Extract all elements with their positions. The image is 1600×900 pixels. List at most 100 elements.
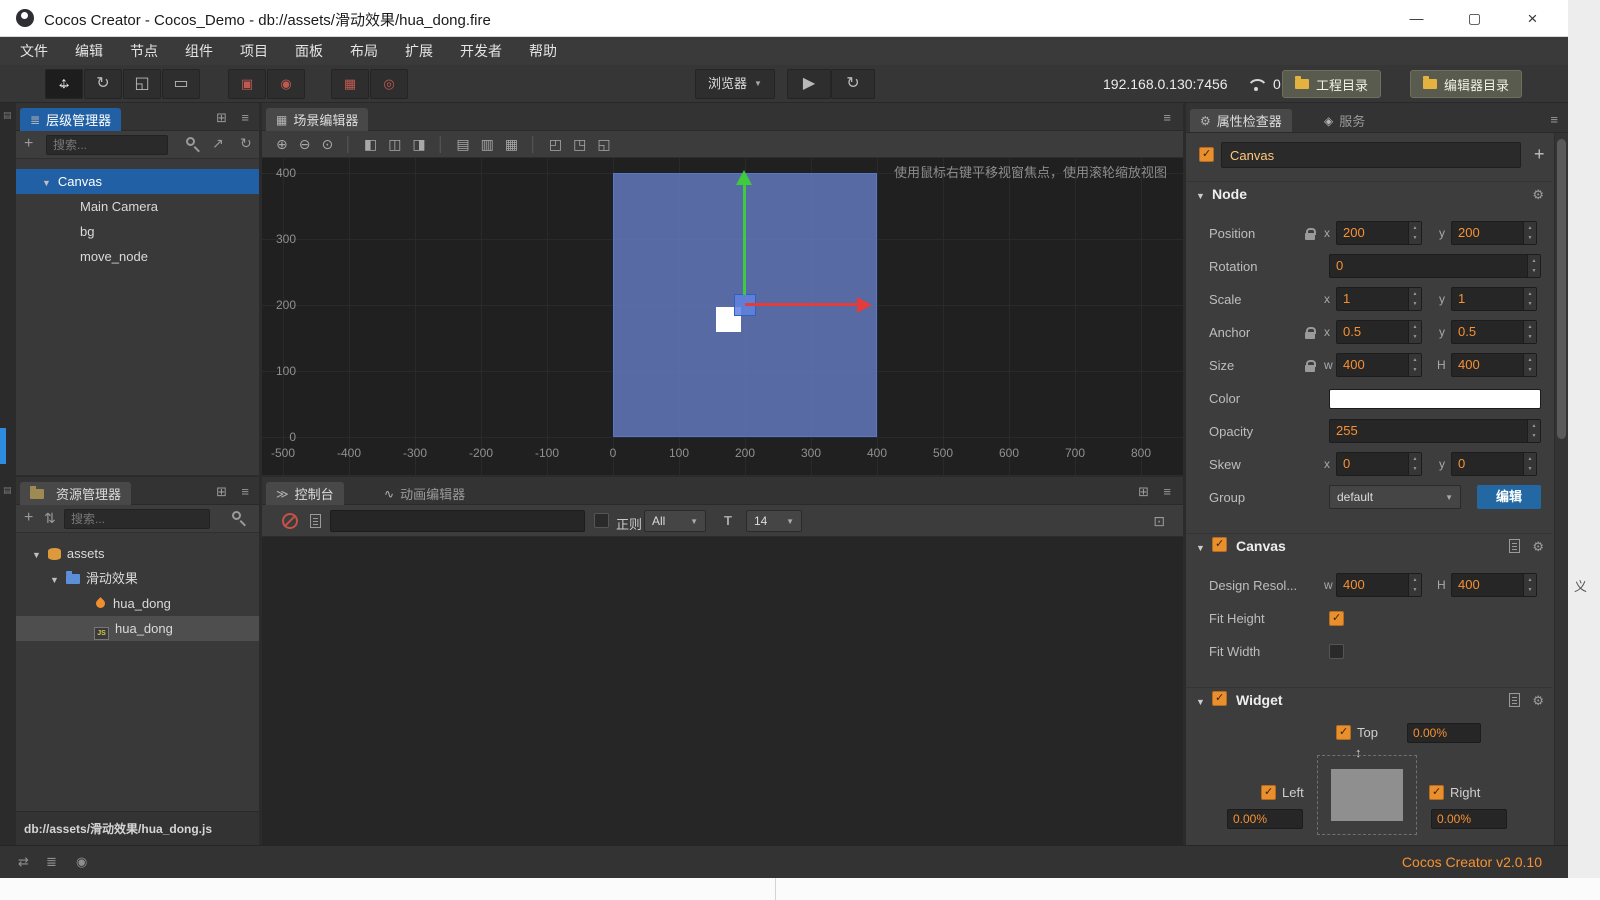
position-y-input[interactable]: 200	[1451, 221, 1537, 245]
add-node-button[interactable]: +	[24, 135, 33, 153]
font-size-dropdown[interactable]: 14	[746, 510, 802, 532]
menu-project[interactable]: 项目	[240, 41, 268, 61]
gizmo-rect-button[interactable]: ▦	[331, 69, 369, 99]
gizmo-x-axis[interactable]	[745, 303, 857, 306]
collapse-arrow-icon[interactable]	[50, 571, 66, 586]
scale-y-input[interactable]: 1	[1451, 287, 1537, 311]
fit-width-checkbox[interactable]	[1329, 644, 1344, 659]
node-section-header[interactable]: Node ⚙	[1186, 181, 1552, 207]
lock-icon[interactable]	[1305, 365, 1315, 372]
widget-top-checkbox[interactable]	[1336, 725, 1351, 740]
console-filter-input[interactable]	[330, 510, 585, 532]
project-dir-button[interactable]: 工程目录	[1282, 70, 1381, 98]
log-file-icon[interactable]	[310, 514, 321, 528]
regex-checkbox[interactable]	[594, 513, 609, 528]
assets-search-input[interactable]	[64, 509, 210, 529]
rect-tool-button[interactable]: ▭	[162, 69, 200, 99]
design-width-input[interactable]: 400	[1336, 573, 1422, 597]
asset-folder-huadong[interactable]: 滑动效果	[16, 566, 259, 591]
zoom-out-icon[interactable]: ⊖	[299, 136, 311, 153]
anchor-x-input[interactable]: 0.5	[1336, 320, 1422, 344]
menu-file[interactable]: 文件	[20, 41, 48, 61]
widget-diagram-target[interactable]	[1331, 769, 1403, 821]
rotation-input[interactable]: 0	[1329, 254, 1541, 278]
gizmo-anchor-button[interactable]: ◎	[370, 69, 408, 99]
align-middle-icon[interactable]: ▥	[481, 136, 494, 153]
eye-icon[interactable]: ◉	[76, 854, 87, 870]
widget-left-checkbox[interactable]	[1261, 785, 1276, 800]
gear-icon[interactable]: ⚙	[1532, 539, 1544, 555]
align-right-icon[interactable]: ◨	[412, 136, 425, 153]
zoom-reset-icon[interactable]: ⊙	[321, 136, 333, 153]
skew-y-input[interactable]: 0	[1451, 452, 1537, 476]
expand-icon[interactable]: ↗	[212, 135, 224, 152]
spinner-icon[interactable]	[1527, 420, 1540, 442]
widget-section-header[interactable]: Widget ⚙	[1186, 687, 1552, 713]
zoom-in-icon[interactable]: ⊕	[276, 136, 288, 153]
size-w-input[interactable]: 400	[1336, 353, 1422, 377]
asset-js-file[interactable]: JShua_dong	[16, 616, 259, 641]
scale-x-input[interactable]: 1	[1336, 287, 1422, 311]
hierarchy-search-input[interactable]	[46, 135, 168, 155]
menu-panel[interactable]: 面板	[295, 41, 323, 61]
maximize-button[interactable]: ▢	[1446, 0, 1503, 37]
collapse-arrow-icon[interactable]	[1196, 539, 1205, 554]
spinner-icon[interactable]	[1408, 354, 1421, 376]
spinner-icon[interactable]	[1523, 354, 1536, 376]
close-button[interactable]: ×	[1504, 0, 1561, 37]
panel-menu-icon[interactable]: ≡	[1550, 112, 1558, 127]
position-x-input[interactable]: 200	[1336, 221, 1422, 245]
gizmo-y-arrow-icon[interactable]	[736, 170, 752, 185]
console-output[interactable]	[262, 537, 1183, 845]
align-bottom-icon[interactable]: ▦	[505, 136, 518, 153]
menu-help[interactable]: 帮助	[529, 41, 557, 61]
menu-component[interactable]: 组件	[185, 41, 213, 61]
node-name-input[interactable]	[1221, 142, 1521, 168]
size-h-input[interactable]: 400	[1451, 353, 1537, 377]
scale-tool-button[interactable]: ◱	[123, 69, 161, 99]
panel-menu-icon[interactable]: ≡	[241, 484, 249, 499]
collapse-arrow-icon[interactable]	[32, 546, 48, 561]
spinner-icon[interactable]	[1408, 321, 1421, 343]
widget-enabled-checkbox[interactable]	[1212, 691, 1227, 706]
menu-layout[interactable]: 布局	[350, 41, 378, 61]
tab-hierarchy[interactable]: ≣ 层级管理器	[20, 108, 121, 131]
panel-menu-icon[interactable]: ≡	[241, 110, 249, 125]
spinner-icon[interactable]	[1523, 222, 1536, 244]
layers-icon[interactable]: ≣	[46, 854, 57, 870]
sort-icon[interactable]: ⇅	[44, 510, 56, 527]
menu-developer[interactable]: 开发者	[460, 41, 502, 61]
play-button[interactable]: ▶	[787, 69, 831, 99]
tree-node-canvas[interactable]: Canvas	[16, 169, 259, 194]
search-icon[interactable]	[232, 511, 241, 520]
gizmo-rotation-button[interactable]: ◉	[267, 69, 305, 99]
align-left-icon[interactable]: ◧	[364, 136, 377, 153]
anchor-y-input[interactable]: 0.5	[1451, 320, 1537, 344]
rotate-tool-button[interactable]: ↻	[84, 69, 122, 99]
tab-assets[interactable]: 资源管理器	[20, 482, 131, 505]
collapse-arrow-icon[interactable]	[42, 174, 58, 189]
gear-icon[interactable]: ⚙	[1532, 187, 1544, 203]
popout-icon[interactable]: ⊞	[216, 110, 227, 126]
spinner-icon[interactable]	[1408, 288, 1421, 310]
preview-target-dropdown[interactable]: 浏览器	[695, 69, 775, 99]
gear-icon[interactable]: ⚙	[1532, 693, 1544, 709]
add-asset-button[interactable]: +	[24, 509, 33, 527]
gizmo-position-button[interactable]: ▣	[228, 69, 266, 99]
spinner-icon[interactable]	[1523, 453, 1536, 475]
widget-top-input[interactable]: 0.00%	[1407, 723, 1481, 743]
widget-right-checkbox[interactable]	[1429, 785, 1444, 800]
tab-animation-editor[interactable]: ∿ 动画编辑器	[374, 482, 475, 505]
tree-node-main-camera[interactable]: Main Camera	[16, 194, 259, 219]
tab-services[interactable]: ◈ 服务	[1314, 109, 1375, 132]
dock-panel-icon[interactable]: ▤	[3, 485, 12, 496]
editor-dir-button[interactable]: 编辑器目录	[1410, 70, 1522, 98]
refresh-icon[interactable]: ↻	[240, 135, 252, 152]
spinner-icon[interactable]	[1523, 288, 1536, 310]
spinner-icon[interactable]	[1523, 321, 1536, 343]
collapse-arrow-icon[interactable]	[1196, 187, 1205, 202]
panel-menu-icon[interactable]: ≡	[1163, 110, 1171, 125]
tree-node-bg[interactable]: bg	[16, 219, 259, 244]
move-tool-button[interactable]: ↔↕	[45, 69, 83, 99]
add-component-icon[interactable]: +	[1534, 144, 1545, 165]
